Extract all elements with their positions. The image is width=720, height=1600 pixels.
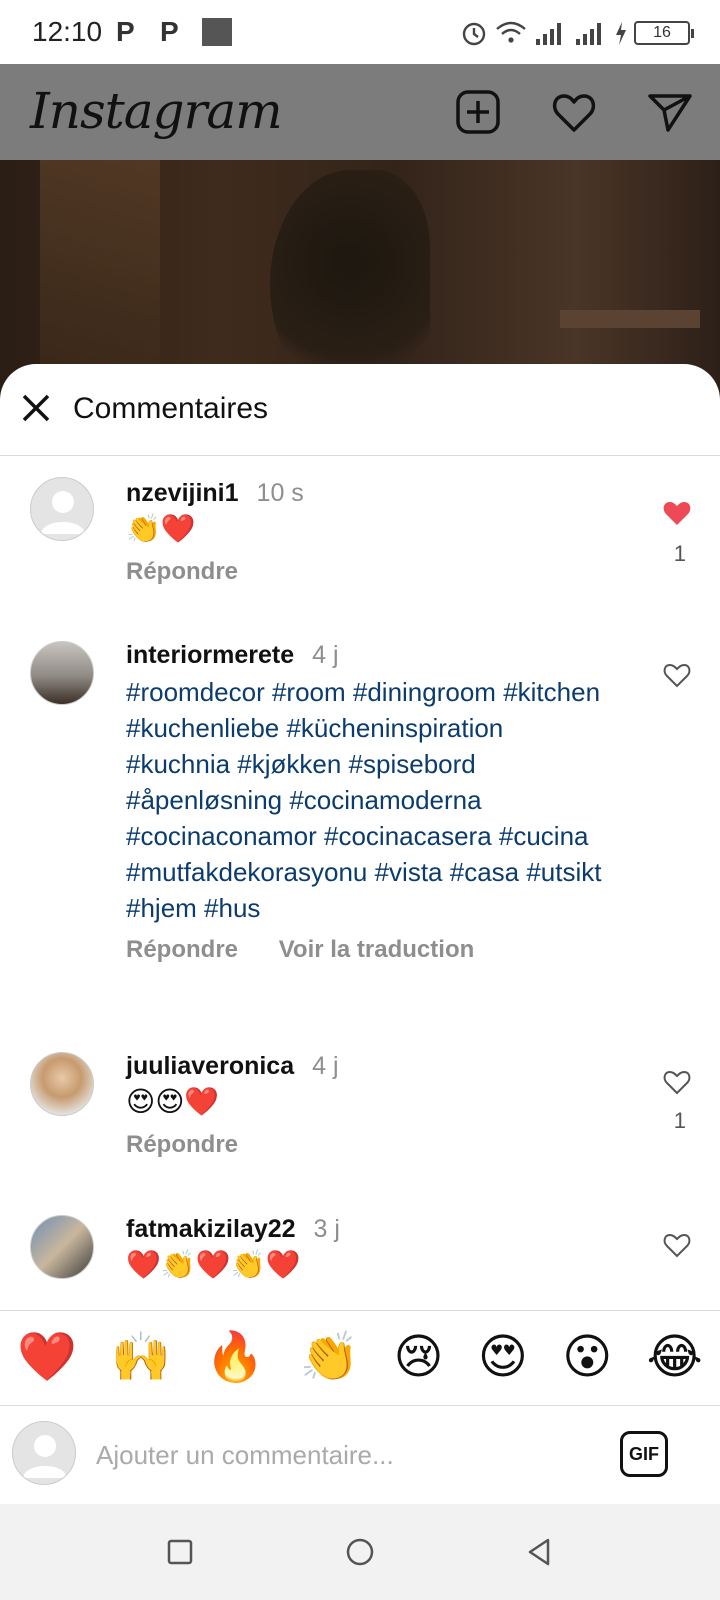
- comment-body: fatmakizilay22 3 j ❤️👏❤️👏❤️: [126, 1215, 626, 1284]
- reaction-laughing[interactable]: 😂: [647, 1328, 703, 1388]
- reaction-heart-eyes[interactable]: 😍: [478, 1328, 528, 1388]
- close-icon[interactable]: [18, 390, 54, 426]
- comment-username[interactable]: juuliaveronica: [126, 1052, 294, 1080]
- comment-actions: Répondre: [126, 558, 626, 586]
- comment-text: 😍😍❤️: [126, 1086, 220, 1117]
- reply-button[interactable]: Répondre: [126, 558, 238, 585]
- comment-time: 3 j: [313, 1215, 340, 1243]
- avatar[interactable]: [30, 641, 94, 705]
- gif-button[interactable]: GIF: [620, 1431, 668, 1477]
- comments-sheet-header: Commentaires: [0, 364, 720, 456]
- comments-sheet: Commentaires nzevijini1 10 s 👏❤️ Répondre…: [0, 364, 720, 1600]
- status-indicators: 16: [460, 18, 694, 48]
- parking-notification-icon: P: [160, 16, 179, 47]
- comment-time: 10 s: [256, 479, 304, 507]
- comment-username[interactable]: nzevijini1: [126, 479, 239, 507]
- reaction-crying[interactable]: 😢: [394, 1328, 444, 1388]
- photo-detail: [560, 310, 700, 328]
- comment-actions: Répondre: [126, 1131, 626, 1159]
- comment-body: interiormerete 4 j #roomdecor #room #dini…: [126, 641, 626, 964]
- back-icon[interactable]: [522, 1534, 558, 1570]
- like-count: 1: [673, 1108, 686, 1133]
- comment-time: 4 j: [312, 1052, 339, 1080]
- alarm-icon: [462, 22, 486, 46]
- comment-body: juuliaveronica 4 j 😍😍❤️ Répondre: [126, 1052, 626, 1159]
- reaction-surprised[interactable]: 😮: [562, 1328, 612, 1388]
- comment-input-row: GIF: [0, 1407, 720, 1503]
- default-avatar-icon: [23, 1435, 67, 1478]
- wifi-icon: [496, 21, 526, 43]
- recents-icon[interactable]: [162, 1534, 198, 1570]
- liked-heart-icon[interactable]: [662, 499, 692, 527]
- default-avatar-icon: [41, 491, 85, 534]
- comment-text: 👏❤️: [126, 513, 196, 544]
- reaction-fire[interactable]: 🔥: [205, 1328, 265, 1388]
- avatar[interactable]: [30, 1215, 94, 1279]
- sheet-title: Commentaires: [73, 392, 269, 425]
- signal-icon-2: [576, 23, 601, 45]
- parking-notification-icon: P: [116, 16, 135, 47]
- avatar[interactable]: [30, 1052, 94, 1116]
- comments-list[interactable]: nzevijini1 10 s 👏❤️ Répondre 1 interiorme…: [0, 457, 720, 1309]
- direct-message-icon[interactable]: [646, 88, 694, 136]
- reaction-heart[interactable]: ❤️: [17, 1328, 77, 1388]
- see-translation-button[interactable]: Voir la traduction: [279, 936, 475, 963]
- avatar[interactable]: [30, 477, 94, 541]
- comment-actions: Répondre Voir la traduction: [126, 936, 626, 964]
- comment-text: #roomdecor #room #diningroom #kitchen #k…: [126, 677, 602, 923]
- heart-outline-icon[interactable]: [662, 1231, 692, 1259]
- signal-icon: [536, 23, 561, 45]
- comment-username[interactable]: fatmakizilay22: [126, 1215, 296, 1243]
- like-count: 1: [673, 541, 686, 566]
- status-time: 12:10: [32, 16, 103, 47]
- new-post-icon[interactable]: [454, 88, 502, 136]
- system-nav-bar: [0, 1504, 720, 1600]
- reply-button[interactable]: Répondre: [126, 1131, 238, 1158]
- emoji-reactions-bar: ❤️ 🙌 🔥 👏 😢 😍 😮 😂: [0, 1310, 720, 1406]
- instagram-logo: Instagram: [30, 82, 283, 140]
- comment-body: nzevijini1 10 s 👏❤️ Répondre: [126, 479, 626, 586]
- app-header: Instagram: [0, 64, 720, 160]
- battery-indicator: 16: [634, 21, 694, 45]
- comment-username[interactable]: interiormerete: [126, 641, 294, 669]
- app-notification-icon: [202, 18, 232, 46]
- comment-text: ❤️👏❤️👏❤️: [126, 1249, 301, 1280]
- heart-outline-icon[interactable]: [662, 1068, 692, 1096]
- reaction-raising-hands[interactable]: 🙌: [111, 1328, 171, 1388]
- home-icon[interactable]: [342, 1534, 378, 1570]
- reaction-clapping[interactable]: 👏: [299, 1328, 359, 1388]
- heart-icon[interactable]: [550, 88, 598, 136]
- comment-time: 4 j: [312, 641, 339, 669]
- status-bar: 12:10 P P 16: [0, 0, 720, 64]
- heart-outline-icon[interactable]: [662, 661, 692, 689]
- comment-input[interactable]: [96, 1433, 586, 1477]
- reply-button[interactable]: Répondre: [126, 936, 238, 963]
- avatar: [12, 1421, 76, 1485]
- charging-icon: [616, 22, 626, 45]
